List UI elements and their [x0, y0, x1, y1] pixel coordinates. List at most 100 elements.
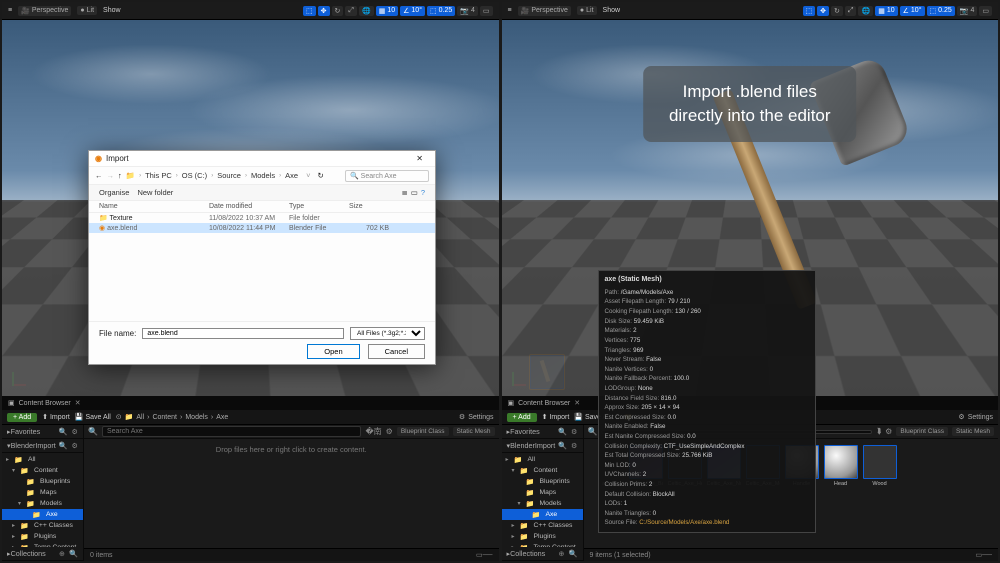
project-header[interactable]: ▾ BlenderImport🔍⚙	[2, 439, 83, 453]
refresh-icon[interactable]: ↻	[317, 171, 323, 180]
settings-button[interactable]: ⚙ Settings	[459, 413, 494, 421]
organise-dropdown[interactable]: Organise	[99, 188, 129, 197]
slider-icon[interactable]: ▭──	[975, 551, 992, 559]
search-icon[interactable]: 🔍	[59, 441, 68, 450]
forward-icon[interactable]: →	[107, 171, 115, 180]
add-icon[interactable]: ⊕	[59, 549, 65, 558]
show-dropdown[interactable]: Show	[603, 7, 621, 14]
back-icon[interactable]: ←	[95, 171, 103, 180]
new-folder-button[interactable]: New folder	[137, 188, 173, 197]
filter-icon[interactable]: ⚙	[72, 427, 78, 436]
tree-item-blueprints[interactable]: 📁Blueprints	[2, 476, 83, 487]
asset-thumbnail[interactable]: Head	[824, 445, 858, 487]
tree-item-content[interactable]: ▾📁Content	[2, 465, 83, 476]
translate-button[interactable]: ✥	[817, 6, 829, 16]
view-mode-icon[interactable]: ≣	[401, 188, 407, 197]
tree-item-maps[interactable]: 📁Maps	[2, 487, 83, 498]
dialog-search-input[interactable]: 🔍 Search Axe	[345, 170, 429, 182]
search-icon[interactable]: 🔍	[558, 427, 567, 436]
file-row[interactable]: ◉ axe.blend10/08/2022 11:44 PMBlender Fi…	[89, 223, 435, 233]
collections-header[interactable]: ▸ Collections⊕🔍	[2, 547, 83, 561]
tree-item-all[interactable]: ▸📁All	[502, 454, 583, 465]
tree-item-models[interactable]: ▾📁Models	[502, 498, 583, 509]
collections-header[interactable]: ▸ Collections⊕🔍	[502, 547, 583, 561]
add-icon[interactable]: ⊕	[559, 549, 565, 558]
slider-icon[interactable]: ▭──	[476, 551, 493, 559]
tree-item-cclasses[interactable]: ▸📁C++ Classes	[502, 520, 583, 531]
import-button[interactable]: ⬆ Import	[42, 413, 70, 421]
select-mode-button[interactable]: ⬚	[303, 6, 316, 16]
up-icon[interactable]: ↑	[118, 171, 122, 180]
tree-item-axe[interactable]: 📁Axe	[502, 509, 583, 520]
file-list-header[interactable]: NameDate modifiedTypeSize	[89, 201, 435, 213]
breadcrumb[interactable]: Models	[251, 171, 275, 180]
close-tab-icon[interactable]: ✕	[75, 399, 81, 407]
tree-item-cclasses[interactable]: ▸📁C++ Classes	[2, 520, 83, 531]
breadcrumb[interactable]: Axe	[285, 171, 298, 180]
rotate-button[interactable]: ↻	[332, 6, 344, 16]
tree-item-blueprints[interactable]: 📁Blueprints	[502, 476, 583, 487]
asset-search-input[interactable]	[102, 426, 361, 437]
settings-button[interactable]: ⚙ Settings	[958, 413, 993, 421]
file-list[interactable]: 📁 Texture11/08/2022 10:37 AMFile folder …	[89, 213, 435, 321]
add-button[interactable]: + Add	[507, 413, 537, 422]
breadcrumb[interactable]: OS (C:)	[182, 171, 207, 180]
filter-icon[interactable]: ⚙	[571, 427, 577, 436]
tree-item-all[interactable]: ▸📁All	[2, 454, 83, 465]
project-header[interactable]: ▾ BlenderImport🔍⚙	[502, 439, 583, 453]
tree-item-models[interactable]: ▾📁Models	[2, 498, 83, 509]
tree-item-axe[interactable]: 📁Axe	[2, 509, 83, 520]
favorites-header[interactable]: ▸ Favorites🔍⚙	[2, 425, 83, 439]
filter-icon[interactable]: ⚙	[571, 441, 577, 450]
scale-button[interactable]: ⤢	[345, 6, 357, 16]
tree-item-maps[interactable]: 📁Maps	[502, 487, 583, 498]
asset-thumbnail[interactable]: Wood	[863, 445, 897, 487]
filter-chip[interactable]: Static Mesh	[952, 427, 994, 436]
lit-dropdown[interactable]: ● Lit	[77, 6, 97, 15]
settings-icon[interactable]: ⚙	[885, 427, 892, 436]
tree-item-plugins[interactable]: ▸📁Plugins	[2, 531, 83, 542]
translate-button[interactable]: ✥	[318, 6, 330, 16]
select-mode-button[interactable]: ⬚	[803, 6, 816, 16]
cancel-button[interactable]: Cancel	[368, 344, 425, 359]
open-button[interactable]: Open	[307, 344, 359, 359]
camera-speed-button[interactable]: 📷 4	[957, 6, 978, 16]
hamburger-icon[interactable]: ≡	[8, 7, 12, 14]
globe-button[interactable]: 🌐	[359, 6, 374, 16]
close-icon[interactable]: ✕	[410, 154, 429, 163]
hamburger-icon[interactable]: ≡	[508, 7, 512, 14]
breadcrumb[interactable]: Source	[217, 171, 241, 180]
history-icon[interactable]: ⊙	[116, 413, 122, 421]
import-button[interactable]: ⬆ Import	[542, 413, 570, 421]
file-type-filter[interactable]: All Files (*.3g2;*.3gp;*.3gp2;*.3gpp;*.b	[350, 327, 425, 340]
content-browser-tab[interactable]: ▣ Content Browser ✕	[2, 396, 499, 410]
tree-item-content[interactable]: ▾📁Content	[502, 465, 583, 476]
save-all-button[interactable]: 💾 Save All	[75, 413, 111, 421]
perspective-dropdown[interactable]: 🎥 Perspective	[518, 6, 571, 16]
camera-speed-button[interactable]: 📷 4	[457, 6, 478, 16]
help-icon[interactable]: ?	[421, 188, 425, 197]
file-row[interactable]: 📁 Texture11/08/2022 10:37 AMFile folder	[89, 213, 435, 223]
perspective-dropdown[interactable]: 🎥 Perspective	[18, 6, 71, 16]
viewport-3d[interactable]: ◉ Import ✕ ← → ↑ 📁 ›This PC ›OS (C:) ›So…	[2, 20, 499, 396]
search-icon[interactable]: 🔍	[69, 549, 78, 558]
snap-scale-button[interactable]: ⬚ 0.25	[427, 6, 455, 16]
filter-icon[interactable]: ⮯	[876, 427, 881, 437]
show-dropdown[interactable]: Show	[103, 7, 121, 14]
details-pane-icon[interactable]: ▭	[411, 188, 418, 197]
filter-chip[interactable]: Static Mesh	[453, 427, 495, 436]
filter-chip[interactable]: Blueprint Class	[896, 427, 948, 436]
breadcrumb[interactable]: This PC	[145, 171, 172, 180]
scale-button[interactable]: ⤢	[845, 6, 857, 16]
snap-grid-button[interactable]: ▦ 10	[376, 6, 398, 16]
filter-chip[interactable]: Blueprint Class	[397, 427, 449, 436]
snap-grid-button[interactable]: ▦ 10	[875, 6, 897, 16]
snap-scale-button[interactable]: ⬚ 0.25	[927, 6, 955, 16]
tree-item-plugins[interactable]: ▸📁Plugins	[502, 531, 583, 542]
snap-angle-button[interactable]: ∠ 10°	[400, 6, 425, 16]
file-name-input[interactable]	[142, 328, 344, 339]
search-icon[interactable]: 🔍	[558, 441, 567, 450]
snap-angle-button[interactable]: ∠ 10°	[900, 6, 925, 16]
globe-button[interactable]: 🌐	[858, 6, 873, 16]
rotate-button[interactable]: ↻	[831, 6, 843, 16]
